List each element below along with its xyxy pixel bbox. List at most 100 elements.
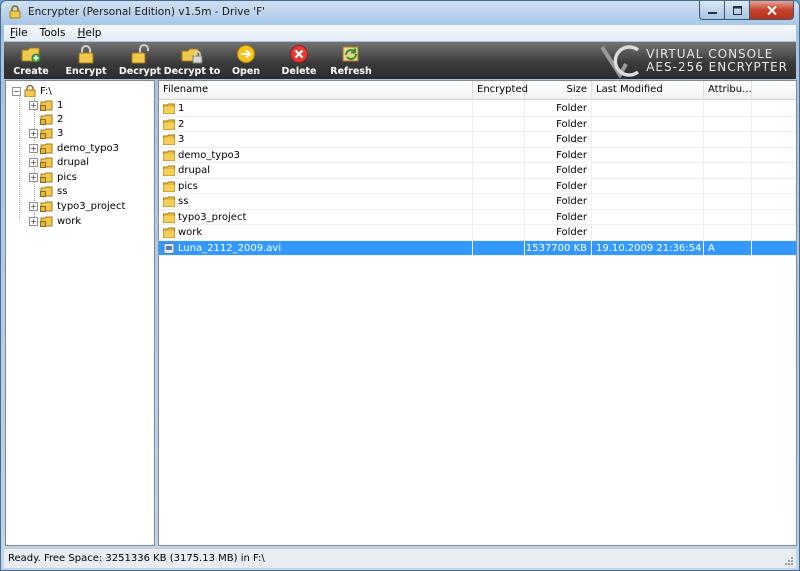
menu-file[interactable]: File bbox=[4, 27, 34, 39]
tree-item[interactable]: + 3 bbox=[29, 126, 63, 140]
tree-item[interactable]: + pics bbox=[29, 170, 77, 184]
window-controls bbox=[699, 1, 794, 20]
cell-attributes bbox=[704, 178, 752, 194]
minimize-button[interactable] bbox=[699, 1, 725, 20]
status-text: Ready. Free Space: 3251336 KB (3175.13 M… bbox=[8, 553, 265, 564]
tree-item[interactable]: 2 bbox=[40, 112, 63, 126]
cell-filename: drupal bbox=[159, 163, 473, 179]
menu-tools[interactable]: Tools bbox=[34, 27, 72, 39]
column-last-modified[interactable]: Last Modified bbox=[592, 81, 704, 100]
folder-lock-icon bbox=[181, 48, 203, 64]
cell-filename: pics bbox=[159, 178, 473, 194]
maximize-button[interactable] bbox=[725, 1, 750, 20]
cell-filename: 3 bbox=[159, 132, 473, 148]
toolbar: Create Encrypt Decrypt Decrypt to Open D… bbox=[4, 42, 796, 79]
collapse-toggle[interactable]: − bbox=[12, 86, 21, 96]
column-filename[interactable]: Filename bbox=[159, 81, 473, 100]
cell-attributes bbox=[704, 209, 752, 225]
expand-toggle[interactable]: + bbox=[29, 157, 38, 167]
cell-modified bbox=[592, 116, 704, 132]
expand-toggle[interactable]: + bbox=[29, 143, 38, 153]
cell-modified bbox=[592, 194, 704, 210]
tree-item[interactable]: + demo_typo3 bbox=[29, 141, 119, 155]
table-row[interactable]: typo3_project Folder bbox=[159, 209, 796, 225]
open-button[interactable]: Open bbox=[230, 43, 262, 78]
file-list[interactable]: Filename Encrypted Size Last Modified At… bbox=[158, 80, 797, 546]
folder-icon bbox=[163, 103, 175, 115]
menu-bar: File Tools Help bbox=[4, 25, 796, 41]
tree-item[interactable]: ss bbox=[40, 184, 67, 198]
tree-item[interactable]: + 1 bbox=[29, 98, 63, 112]
title-bar[interactable]: Encrypter (Personal Edition) v1.5m - Dri… bbox=[1, 1, 799, 25]
table-row[interactable]: work Folder bbox=[159, 225, 796, 241]
column-encrypted[interactable]: Encrypted bbox=[473, 81, 528, 100]
folder-icon bbox=[163, 165, 175, 177]
table-row[interactable]: drupal Folder bbox=[159, 163, 796, 179]
folder-lock-icon bbox=[40, 128, 53, 139]
cell-attributes bbox=[704, 147, 752, 163]
table-row[interactable]: 1 Folder bbox=[159, 101, 796, 117]
cell-encrypted bbox=[473, 178, 525, 194]
lock-closed-icon bbox=[78, 45, 94, 64]
decrypt-button[interactable]: Decrypt bbox=[119, 43, 161, 78]
expand-toggle[interactable]: + bbox=[29, 172, 38, 182]
cell-encrypted bbox=[473, 225, 525, 241]
cell-size: Folder bbox=[525, 116, 592, 132]
folder-lock-icon bbox=[40, 172, 53, 183]
cell-attributes bbox=[704, 194, 752, 210]
cell-modified bbox=[592, 178, 704, 194]
table-row[interactable]: pics Folder bbox=[159, 178, 796, 194]
file-name: 1 bbox=[178, 103, 185, 115]
vc-logo-icon bbox=[600, 44, 640, 78]
delete-button[interactable]: Delete bbox=[281, 43, 317, 78]
cell-modified bbox=[592, 209, 704, 225]
cell-filename: work bbox=[159, 225, 473, 241]
column-size[interactable]: Size bbox=[525, 81, 592, 100]
cell-modified bbox=[592, 101, 704, 117]
delete-x-icon bbox=[290, 45, 308, 63]
cell-size: Folder bbox=[525, 209, 592, 225]
file-name: drupal bbox=[178, 165, 211, 177]
arrow-right-circle-icon bbox=[237, 45, 255, 63]
app-window: Encrypter (Personal Edition) v1.5m - Dri… bbox=[0, 0, 800, 571]
folder-tree[interactable]: − F:\ + 1 2 + 3 + demo_typo3 + drupal + … bbox=[5, 80, 155, 546]
column-attributes[interactable]: Attribu... bbox=[704, 81, 752, 100]
expand-toggle[interactable]: + bbox=[29, 128, 38, 138]
encrypt-button[interactable]: Encrypt bbox=[65, 43, 107, 78]
close-button[interactable] bbox=[750, 1, 794, 20]
tree-item[interactable]: + drupal bbox=[29, 155, 89, 169]
table-row[interactable]: 3 Folder bbox=[159, 132, 796, 148]
list-header: Filename Encrypted Size Last Modified At… bbox=[159, 81, 796, 100]
table-row[interactable]: 2 Folder bbox=[159, 116, 796, 132]
folder-lock-icon bbox=[40, 143, 53, 154]
cell-encrypted bbox=[473, 132, 525, 148]
table-row[interactable]: ss Folder bbox=[159, 194, 796, 210]
refresh-icon bbox=[342, 46, 359, 62]
cell-size: Folder bbox=[525, 147, 592, 163]
window-title: Encrypter (Personal Edition) v1.5m - Dri… bbox=[28, 6, 266, 18]
decrypt-to-button[interactable]: Decrypt to bbox=[164, 43, 220, 78]
file-name: work bbox=[178, 227, 203, 239]
expand-toggle[interactable]: + bbox=[29, 100, 38, 110]
cell-modified: 19.10.2009 21:36:54 bbox=[592, 240, 704, 256]
resize-grip-icon[interactable] bbox=[783, 555, 794, 566]
table-row[interactable]: Luna_2112_2009.avi 1537700 KB 19.10.2009 2… bbox=[159, 240, 796, 256]
tree-item[interactable]: + typo3_project bbox=[29, 199, 125, 213]
expand-toggle[interactable]: + bbox=[29, 201, 38, 211]
menu-help[interactable]: Help bbox=[71, 27, 107, 39]
cell-size: Folder bbox=[525, 132, 592, 148]
file-name: demo_typo3 bbox=[178, 149, 241, 161]
folder-lock-icon bbox=[40, 201, 53, 212]
expand-toggle[interactable]: + bbox=[29, 216, 38, 226]
status-bar: Ready. Free Space: 3251336 KB (3175.13 M… bbox=[4, 548, 796, 568]
cell-filename: demo_typo3 bbox=[159, 147, 473, 163]
tree-item[interactable]: + work bbox=[29, 214, 81, 228]
cell-size: 1537700 KB bbox=[525, 240, 592, 256]
tree-root[interactable]: − F:\ bbox=[12, 84, 52, 98]
table-row[interactable]: demo_typo3 Folder bbox=[159, 147, 796, 163]
cell-size: Folder bbox=[525, 178, 592, 194]
refresh-button[interactable]: Refresh bbox=[330, 43, 372, 78]
folder-lock-icon bbox=[40, 100, 53, 111]
brand-title: VIRTUAL CONSOLE bbox=[646, 46, 774, 61]
create-button[interactable]: Create bbox=[12, 43, 50, 78]
